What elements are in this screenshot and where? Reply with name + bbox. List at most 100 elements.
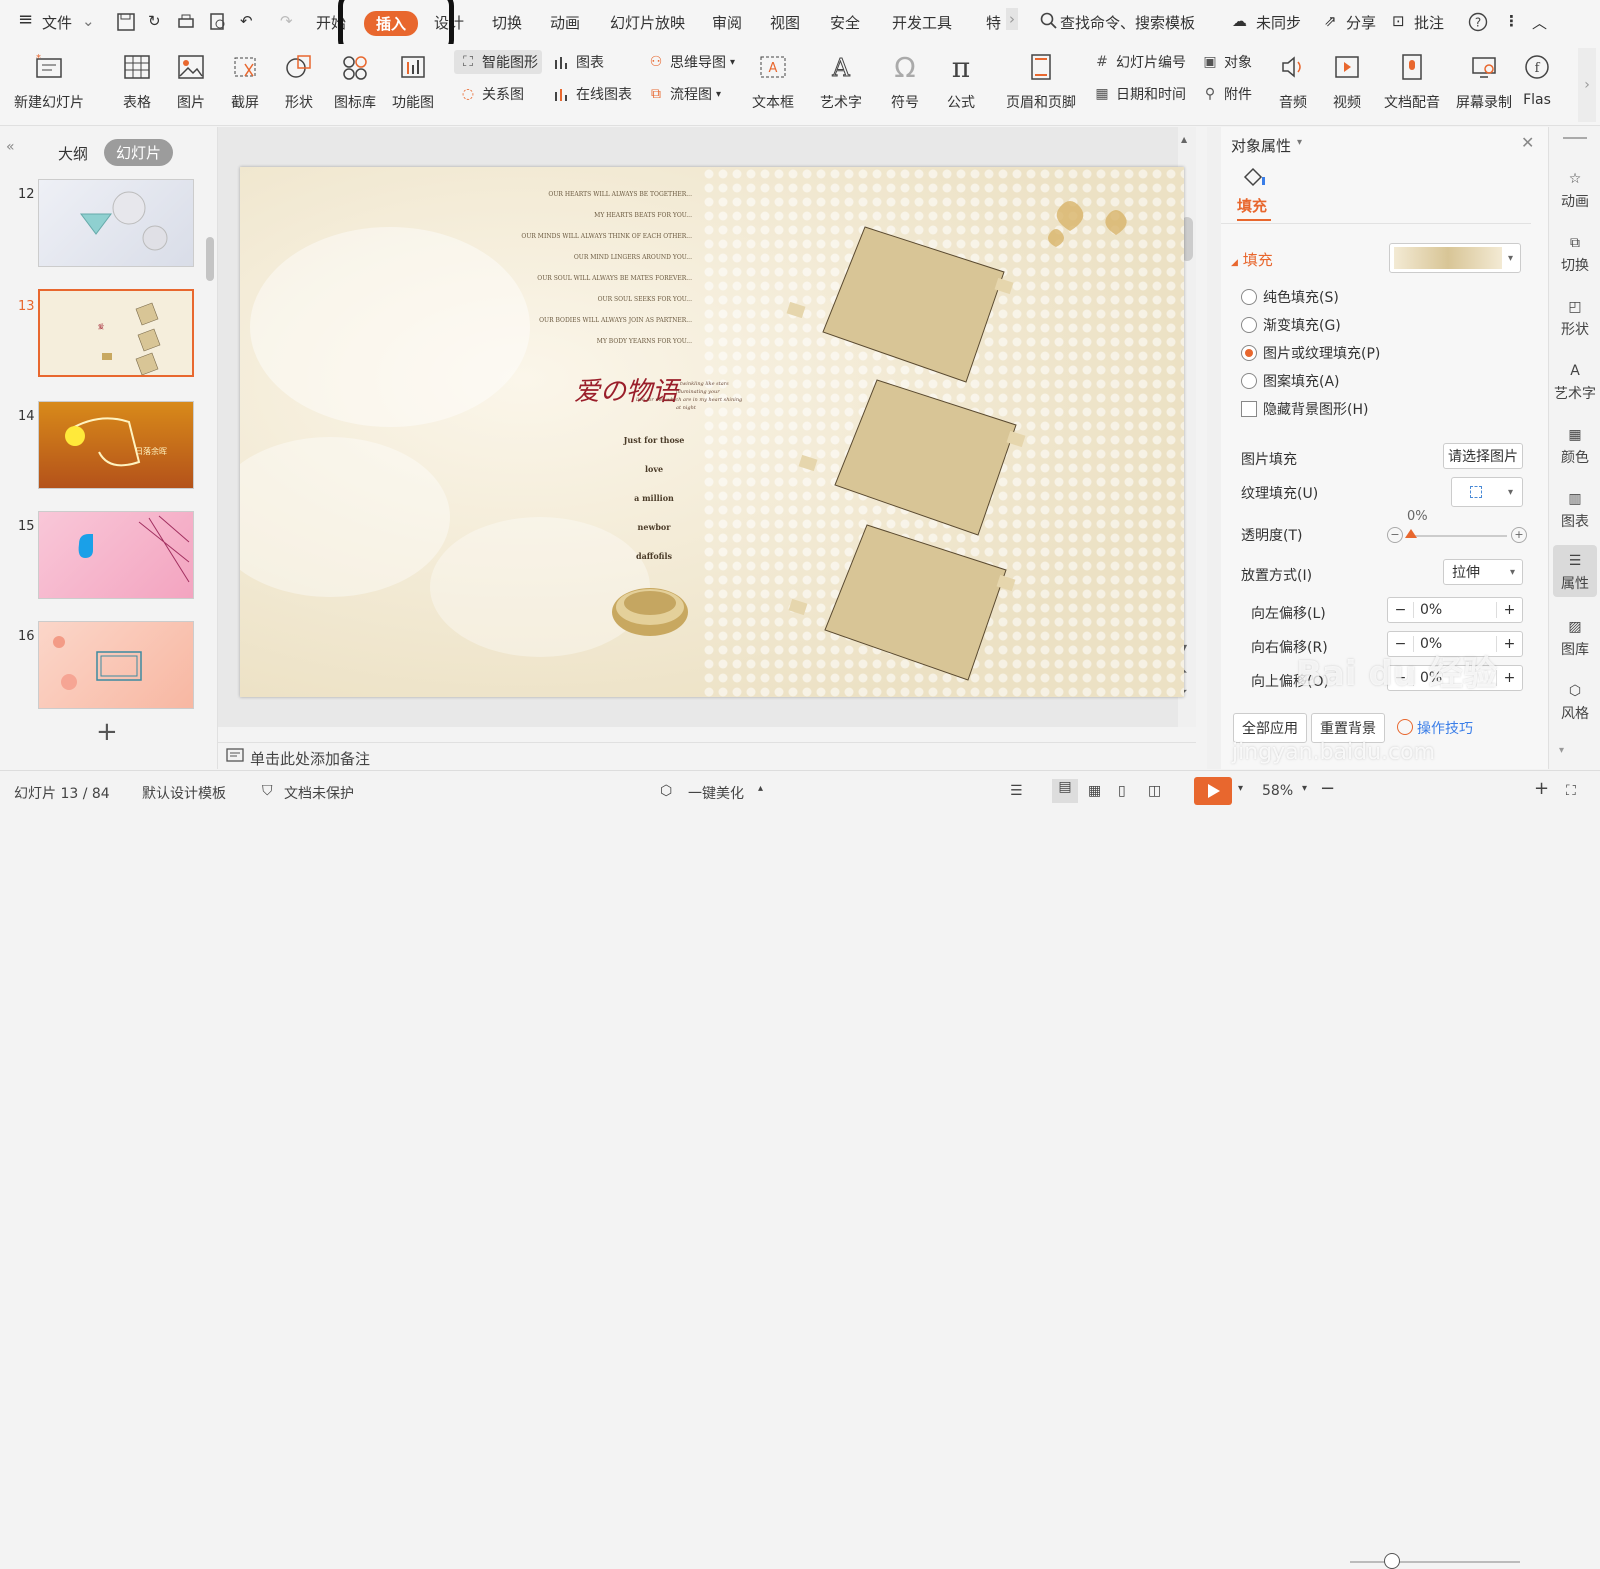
sidebar-item-gallery[interactable]: ▨ 图库	[1549, 615, 1600, 659]
object-button[interactable]: ▣ 对象	[1200, 52, 1252, 72]
texture-select[interactable]: ▾	[1451, 477, 1523, 507]
tab-animation[interactable]: 动画	[550, 12, 580, 33]
function-chart-button[interactable]: 功能图	[392, 50, 434, 112]
relation-button[interactable]: ◌ 关系图	[458, 84, 524, 104]
mind-map-button[interactable]: ⚇ 思维导图 ▾	[646, 52, 735, 72]
tab-special[interactable]: 特	[986, 12, 1001, 33]
pattern-fill-radio[interactable]: 图案填充(A)	[1241, 371, 1340, 391]
scroll-up-icon[interactable]: ▲	[1181, 135, 1187, 144]
transparency-slider[interactable]	[1407, 535, 1507, 537]
header-footer-button[interactable]: 页眉和页脚	[1006, 50, 1076, 112]
zoom-in-icon[interactable]: +	[1534, 778, 1549, 799]
play-button[interactable]	[1194, 777, 1232, 805]
tab-view[interactable]: 视图	[770, 12, 800, 33]
notes-toggle-icon[interactable]: ☰	[1010, 783, 1023, 799]
share-button[interactable]: 分享	[1346, 12, 1376, 33]
help-icon[interactable]: ?	[1468, 12, 1488, 32]
sorter-view-icon[interactable]: ▦	[1088, 783, 1101, 799]
chevron-down-icon[interactable]: ▾	[1302, 783, 1307, 794]
choose-picture-button[interactable]: 请选择图片	[1443, 443, 1523, 469]
comment-icon[interactable]: ⊡	[1392, 12, 1405, 30]
collapse-ribbon-icon[interactable]: ︿	[1532, 12, 1547, 33]
video-button[interactable]: 视频	[1330, 50, 1364, 112]
search-input[interactable]: 查找命令、搜索模板	[1060, 12, 1195, 33]
offset-left-stepper[interactable]: − 0% +	[1387, 597, 1523, 623]
menu-icon[interactable]	[1563, 137, 1587, 139]
tab-review[interactable]: 审阅	[712, 12, 742, 33]
sidebar-item-transition[interactable]: ⧉ 切换	[1549, 231, 1600, 275]
print-preview-icon[interactable]	[208, 12, 228, 32]
shape-button[interactable]: 形状	[282, 50, 316, 112]
screen-record-button[interactable]: 屏幕录制	[1456, 50, 1512, 112]
slide-thumbnail-16[interactable]	[38, 621, 194, 709]
sidebar-item-animation[interactable]: ☆ 动画	[1549, 167, 1600, 211]
zoom-level[interactable]: 58%	[1262, 783, 1293, 799]
cloud-icon[interactable]: ☁	[1232, 12, 1247, 30]
chart-button[interactable]: 图表	[552, 52, 604, 72]
hamburger-icon[interactable]: ≡	[18, 9, 33, 30]
export-icon[interactable]: ↻	[148, 12, 161, 30]
tab-transition[interactable]: 切换	[492, 12, 522, 33]
notes-bar[interactable]: 单击此处添加备注	[218, 742, 1196, 770]
smart-art-button[interactable]: ⛶ 智能图形	[454, 50, 542, 74]
slide-thumbnail-12[interactable]	[38, 179, 194, 267]
notes-placeholder[interactable]: 单击此处添加备注	[250, 748, 370, 769]
attachment-button[interactable]: ⚲ 附件	[1200, 84, 1252, 104]
sidebar-item-style[interactable]: ⬡ 风格	[1549, 679, 1600, 723]
apply-all-button[interactable]: 全部应用	[1233, 713, 1307, 743]
solid-fill-radio[interactable]: 纯色填充(S)	[1241, 287, 1339, 307]
add-slide-button[interactable]: +	[96, 717, 118, 747]
chevron-down-icon[interactable]: ▾	[1238, 783, 1243, 794]
table-button[interactable]: 表格	[120, 50, 154, 112]
ribbon-scroll-right-icon[interactable]: ›	[1578, 48, 1596, 122]
gradient-fill-radio[interactable]: 渐变填充(G)	[1241, 315, 1341, 335]
tab-outline[interactable]: 大纲	[58, 143, 88, 164]
audio-button[interactable]: 音频	[1276, 50, 1310, 112]
picture-button[interactable]: 图片	[174, 50, 208, 112]
slider-handle[interactable]	[1405, 529, 1417, 538]
plus-icon[interactable]: +	[1496, 636, 1522, 652]
reset-background-button[interactable]: 重置背景	[1311, 713, 1385, 743]
chevron-down-icon[interactable]: ▾	[1559, 745, 1564, 756]
tab-slideshow[interactable]: 幻灯片放映	[610, 12, 685, 33]
slide-thumbnail-15[interactable]	[38, 511, 194, 599]
slide-thumbnail-14[interactable]: 日落余晖	[38, 401, 194, 489]
plus-icon[interactable]: +	[1496, 670, 1522, 686]
wordart-button[interactable]: A 艺术字	[820, 50, 862, 112]
sidebar-item-chart[interactable]: ▥ 图表	[1549, 487, 1600, 531]
chevron-up-icon[interactable]: ▴	[758, 783, 763, 794]
comment-button[interactable]: 批注	[1414, 12, 1444, 33]
share-icon[interactable]: ⇗	[1324, 12, 1337, 30]
screenshot-button[interactable]: 截屏	[228, 50, 262, 112]
file-menu[interactable]: 文件	[42, 12, 72, 33]
protection-status[interactable]: 文档未保护	[284, 783, 354, 803]
chevron-down-icon[interactable]: ⌄	[82, 12, 95, 30]
save-icon[interactable]	[116, 12, 136, 32]
formula-button[interactable]: π 公式	[944, 50, 978, 112]
template-name[interactable]: 默认设计模板	[142, 783, 226, 803]
tab-security[interactable]: 安全	[830, 12, 860, 33]
sidebar-item-wordart[interactable]: A 艺术字	[1549, 359, 1600, 403]
chevron-down-icon[interactable]: ▾	[1297, 137, 1302, 148]
date-time-button[interactable]: ▦ 日期和时间	[1092, 84, 1186, 104]
sidebar-item-color[interactable]: ▦ 颜色	[1549, 423, 1600, 467]
presenter-view-icon[interactable]: ◫	[1148, 783, 1161, 799]
normal-view-icon[interactable]: ▤	[1052, 779, 1078, 803]
minus-icon[interactable]: −	[1387, 527, 1403, 543]
fill-preview-select[interactable]: ▾	[1389, 243, 1521, 273]
scrollbar[interactable]	[206, 237, 214, 281]
more-tabs-icon[interactable]: ›	[1006, 8, 1018, 30]
slide-13[interactable]: OUR HEARTS WILL ALWAYS BE TOGETHER... MY…	[240, 167, 1184, 697]
sync-status[interactable]: 未同步	[1256, 12, 1301, 33]
sidebar-item-properties[interactable]: ☰ 属性	[1553, 545, 1597, 597]
zoom-out-icon[interactable]: −	[1320, 778, 1335, 799]
tab-slides[interactable]: 幻灯片	[104, 139, 174, 166]
fit-window-icon[interactable]: ⛶	[1566, 783, 1576, 799]
beautify-button[interactable]: 一键美化	[688, 783, 744, 803]
tips-link[interactable]: 操作技巧	[1417, 718, 1473, 738]
flowchart-button[interactable]: ⧉ 流程图 ▾	[646, 84, 721, 104]
collapse-panel-icon[interactable]: «	[6, 139, 15, 155]
reading-view-icon[interactable]: ▯	[1118, 783, 1126, 799]
redo-icon[interactable]: ↷	[280, 12, 293, 30]
new-slide-button[interactable]: * 新建幻灯片	[14, 50, 84, 112]
